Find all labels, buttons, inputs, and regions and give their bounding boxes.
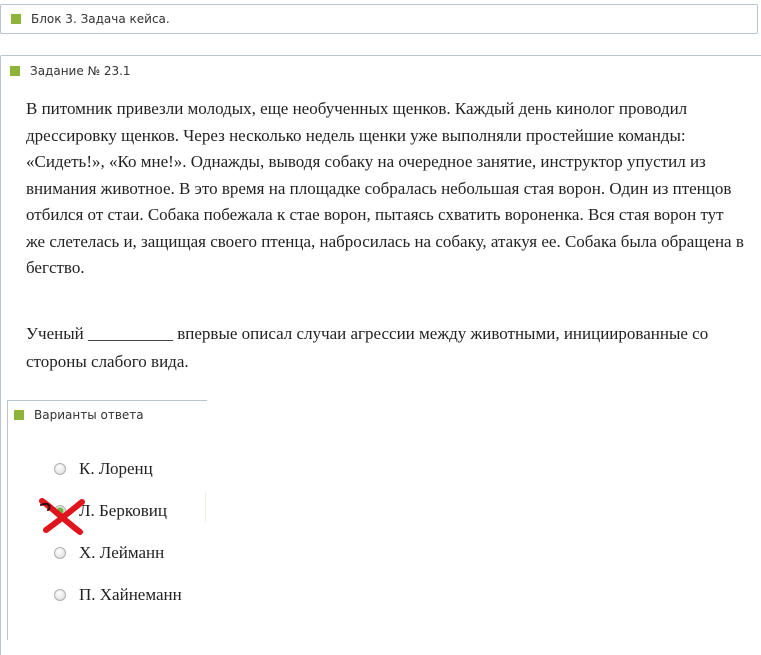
block-panel: Блок 3. Задача кейса. [0, 4, 758, 34]
divider [205, 492, 206, 522]
block-header: Блок 3. Задача кейса. [11, 12, 170, 26]
radio-button[interactable] [54, 463, 66, 475]
green-square-icon [11, 14, 21, 24]
task-header: Задание № 23.1 [10, 64, 131, 78]
answer-label: П. Хайнеманн [79, 585, 182, 604]
answer-option-1[interactable]: К. Лоренц [54, 459, 153, 479]
radio-button[interactable] [54, 547, 66, 559]
task-title: Задание № 23.1 [30, 64, 131, 78]
answers-header: Варианты ответа [14, 408, 144, 422]
question-text: Ученый __________ впервые описал случаи … [26, 324, 709, 371]
answer-option-3[interactable]: Х. Лейманн [54, 543, 164, 563]
task-text: В питомник привезли молодых, еще необуче… [26, 99, 744, 277]
answer-option-4[interactable]: П. Хайнеманн [54, 585, 182, 605]
green-square-icon [14, 410, 24, 420]
radio-button[interactable] [54, 589, 66, 601]
answer-label: Х. Лейманн [79, 543, 165, 562]
red-cross-icon [39, 498, 85, 535]
green-square-icon [10, 66, 20, 76]
answer-label: К. Лоренц [79, 459, 153, 478]
block-title: Блок 3. Задача кейса. [31, 12, 170, 26]
answer-label: Л. Берковиц [79, 501, 167, 520]
answers-title: Варианты ответа [34, 408, 144, 422]
